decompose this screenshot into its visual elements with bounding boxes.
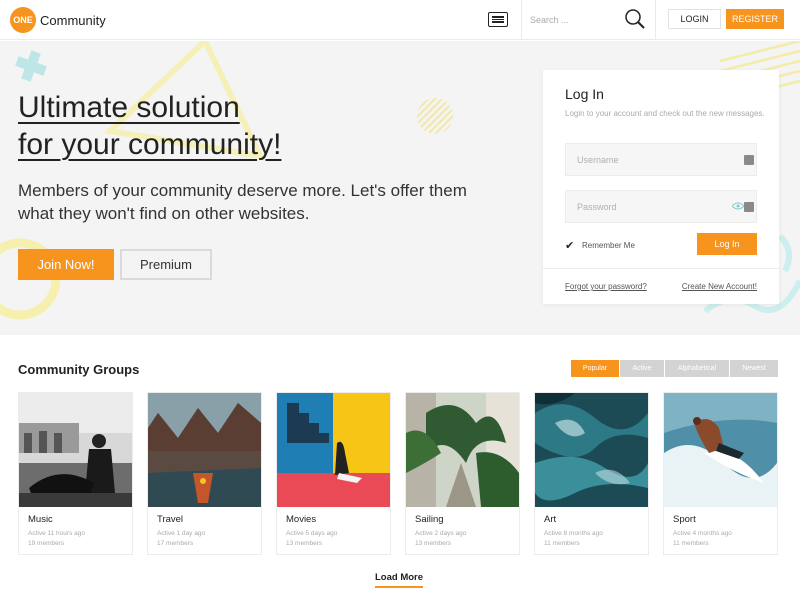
premium-button[interactable]: Premium [120,249,212,280]
group-name[interactable]: Art [544,514,556,525]
logo-text: Community [40,12,106,28]
striped-circle-decoration-icon [417,98,453,134]
group-members: 11 members [673,540,709,547]
keyboard-icon [744,202,754,212]
username-input[interactable] [577,153,727,167]
sailing-image [406,393,519,507]
filter-alphabetical[interactable]: Alphabetical [665,360,729,377]
create-account-link[interactable]: Create New Account! [682,282,757,291]
group-members: 19 members [28,540,65,547]
group-members: 13 members [415,540,452,547]
group-members: 13 members [286,540,323,547]
forgot-password-link[interactable]: Forgot your password? [565,282,647,291]
art-image [535,393,648,507]
group-name[interactable]: Travel [157,514,183,525]
group-name[interactable]: Sailing [415,514,444,525]
eye-icon[interactable] [732,202,744,210]
group-activity: Active 4 months ago [673,530,732,537]
top-header: ONE Community LOGIN REGISTER [0,0,800,40]
load-more-button[interactable]: Load More [375,572,424,588]
hamburger-icon[interactable] [488,12,508,27]
group-meta: Active 11 hours ago 19 members [28,529,85,549]
search-icon[interactable] [624,8,646,30]
group-activity: Active 1 day ago [157,530,206,537]
group-meta: Active 1 day ago 17 members [157,529,205,549]
group-name[interactable]: Movies [286,514,316,525]
login-button[interactable]: LOGIN [668,9,721,29]
keyboard-icon [744,155,754,165]
group-card-art[interactable]: Art Active 8 months ago 11 members [534,392,649,555]
join-now-button[interactable]: Join Now! [18,249,114,280]
group-name[interactable]: Music [28,514,53,525]
section-title: Community Groups [18,362,140,377]
remember-me-label: Remember Me [582,241,635,250]
remember-me[interactable]: ✔ Remember Me [565,239,635,252]
logo-badge: ONE [10,7,36,33]
group-name[interactable]: Sport [673,514,696,525]
group-card-music[interactable]: Music Active 11 hours ago 19 members [18,392,133,555]
register-button[interactable]: REGISTER [726,9,784,29]
group-card-sailing[interactable]: Sailing Active 2 days ago 13 members [405,392,520,555]
filter-active[interactable]: Active [620,360,664,377]
login-submit-button[interactable]: Log In [697,233,757,255]
logo[interactable]: ONE Community [10,7,106,33]
password-input[interactable] [577,200,727,214]
login-description: Login to your account and check out the … [565,109,765,118]
group-card-sport[interactable]: Sport Active 4 months ago 11 members [663,392,778,555]
login-divider [543,268,779,269]
login-card: Log In Login to your account and check o… [543,70,779,304]
group-activity: Active 11 hours ago [28,530,85,537]
group-members: 17 members [157,540,194,547]
hero-title: Ultimate solution for your community! [18,89,281,163]
username-field[interactable] [565,143,757,176]
header-divider [655,0,656,40]
group-meta: Active 4 months ago 11 members [673,529,732,549]
group-card-movies[interactable]: Movies Active 5 days ago 13 members [276,392,391,555]
group-meta: Active 8 months ago 11 members [544,529,603,549]
checkbox-checked-icon[interactable]: ✔ [565,239,577,252]
group-card-travel[interactable]: Travel Active 1 day ago 17 members [147,392,262,555]
hero-title-line-1: Ultimate solution [18,91,240,124]
password-field[interactable] [565,190,757,223]
search-input[interactable] [530,10,620,30]
movies-image [277,393,390,507]
group-activity: Active 5 days ago [286,530,338,537]
filter-tabs: Popular Active Alphabetical Newest [571,360,779,377]
group-activity: Active 8 months ago [544,530,603,537]
group-members: 11 members [544,540,580,547]
sport-image [664,393,777,507]
group-activity: Active 2 days ago [415,530,467,537]
hero-title-line-2: for your community! [18,128,282,161]
hero-subtitle: Members of your community deserve more. … [18,181,467,223]
music-image [19,393,132,507]
group-meta: Active 5 days ago 13 members [286,529,337,549]
login-title: Log In [565,86,604,102]
group-meta: Active 2 days ago 13 members [415,529,466,549]
filter-popular[interactable]: Popular [571,360,619,377]
travel-image [148,393,261,507]
header-divider [521,0,522,40]
cross-decoration-icon [15,50,47,82]
filter-newest[interactable]: Newest [730,360,778,377]
